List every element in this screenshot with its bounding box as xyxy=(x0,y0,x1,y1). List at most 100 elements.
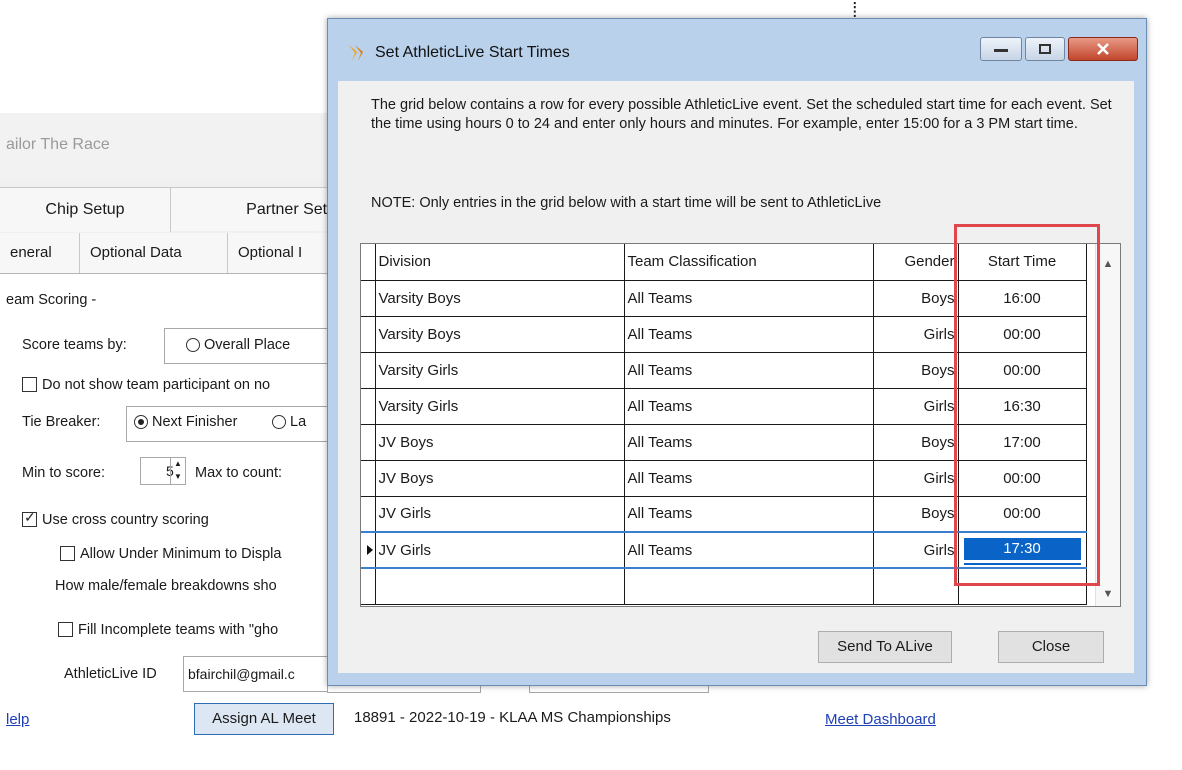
cell-start-time-empty[interactable] xyxy=(957,567,1087,605)
row-selector[interactable] xyxy=(361,279,376,317)
row-selector[interactable] xyxy=(361,351,376,389)
table-row[interactable]: Varsity Boys All Teams Boys 16:00 xyxy=(361,279,1087,317)
allow-under-minimum-checkbox[interactable]: Allow Under Minimum to Displa xyxy=(60,546,281,562)
start-times-table: Division Team Classification Gender Star… xyxy=(361,244,1087,605)
table-row-current[interactable]: JV Girls All Teams Girls 17:30 xyxy=(361,531,1087,569)
cell-division[interactable]: JV Boys xyxy=(374,459,625,497)
help-link[interactable]: lelp xyxy=(6,711,29,728)
overall-place-label: Overall Place xyxy=(204,337,291,353)
row-selector[interactable] xyxy=(361,315,376,353)
column-header-start-time[interactable]: Start Time xyxy=(957,244,1087,281)
tab-partner-setup[interactable]: Partner Setu xyxy=(171,187,341,231)
spin-down-icon[interactable]: ▼ xyxy=(171,471,185,484)
fill-incomplete-checkbox[interactable]: Fill Incomplete teams with "gho xyxy=(58,622,278,638)
cell-gender[interactable]: Boys xyxy=(872,279,959,317)
dialog-titlebar[interactable]: Set AthleticLive Start Times xyxy=(328,19,1146,71)
cell-division[interactable]: Varsity Boys xyxy=(374,279,625,317)
table-row[interactable]: JV Girls All Teams Boys 00:00 xyxy=(361,495,1087,533)
cell-start-time[interactable]: 00:00 xyxy=(957,495,1087,533)
tab-optional-other[interactable]: Optional I xyxy=(228,233,340,273)
dialog-title: Set AthleticLive Start Times xyxy=(375,44,570,61)
dialog-body: The grid below contains a row for every … xyxy=(338,81,1134,673)
meet-info: 18891 - 2022-10-19 - KLAA MS Championshi… xyxy=(354,709,671,726)
breakdowns-label: How male/female breakdowns sho xyxy=(55,578,277,594)
table-row[interactable]: Varsity Boys All Teams Girls 00:00 xyxy=(361,315,1087,353)
assign-al-meet-button[interactable]: Assign AL Meet xyxy=(194,703,334,735)
spinner-arrows[interactable]: ▲ ▼ xyxy=(170,458,185,484)
cell-gender[interactable]: Girls xyxy=(872,531,959,569)
scroll-up-icon[interactable]: ▲ xyxy=(1096,258,1120,270)
cell-classification[interactable]: All Teams xyxy=(623,387,874,425)
cell-gender[interactable]: Boys xyxy=(872,351,959,389)
do-not-show-checkbox[interactable]: Do not show team participant on no xyxy=(22,377,270,393)
table-row[interactable]: JV Boys All Teams Boys 17:00 xyxy=(361,423,1087,461)
table-row-new[interactable] xyxy=(361,567,1087,605)
use-cross-country-checkbox[interactable]: Use cross country scoring xyxy=(22,509,209,528)
scroll-down-icon[interactable]: ▼ xyxy=(1096,588,1120,600)
cell-classification[interactable]: All Teams xyxy=(623,351,874,389)
cell-classification[interactable]: All Teams xyxy=(623,459,874,497)
cell-gender[interactable]: Girls xyxy=(872,387,959,425)
min-to-score-spinner[interactable]: 5 ▲ ▼ xyxy=(140,457,186,485)
row-selector[interactable] xyxy=(361,387,376,425)
next-finisher-radio[interactable]: Next Finisher xyxy=(134,414,237,430)
allow-under-minimum-label: Allow Under Minimum to Displa xyxy=(80,546,282,562)
instructions-text: The grid below contains a row for every … xyxy=(371,97,1112,132)
tab-chip-setup[interactable]: Chip Setup xyxy=(0,187,171,232)
minimize-button[interactable] xyxy=(980,37,1022,61)
row-selector[interactable] xyxy=(361,567,376,605)
cell-gender-empty[interactable] xyxy=(872,567,959,605)
tab-optional-data[interactable]: Optional Data xyxy=(80,233,228,273)
start-times-dialog: Set AthleticLive Start Times The grid be… xyxy=(327,18,1147,686)
tab-general[interactable]: eneral xyxy=(0,233,80,273)
athleticlive-id-input[interactable]: bfairchil@gmail.c xyxy=(183,656,329,692)
spin-up-icon[interactable]: ▲ xyxy=(171,458,185,471)
cell-start-time[interactable]: 16:00 xyxy=(957,279,1087,317)
cell-classification-empty[interactable] xyxy=(623,567,874,605)
row-selector[interactable] xyxy=(361,495,376,533)
column-header-gender[interactable]: Gender xyxy=(872,244,959,281)
athleticlive-id-label: AthleticLive ID xyxy=(64,666,157,682)
tie-breaker-other-radio[interactable]: La xyxy=(272,414,306,430)
overall-place-radio[interactable]: Overall Place xyxy=(186,337,290,353)
table-row[interactable]: JV Boys All Teams Girls 00:00 xyxy=(361,459,1087,497)
meet-dashboard-link[interactable]: Meet Dashboard xyxy=(825,711,936,728)
close-window-button[interactable] xyxy=(1068,37,1138,61)
send-to-alive-button[interactable]: Send To ALive xyxy=(818,631,952,663)
cell-classification[interactable]: All Teams xyxy=(623,531,874,569)
table-row[interactable]: Varsity Girls All Teams Boys 00:00 xyxy=(361,351,1087,389)
cell-classification[interactable]: All Teams xyxy=(623,423,874,461)
row-selector[interactable] xyxy=(361,459,376,497)
cell-classification[interactable]: All Teams xyxy=(623,315,874,353)
fill-incomplete-label: Fill Incomplete teams with "gho xyxy=(78,622,279,638)
cell-classification[interactable]: All Teams xyxy=(623,495,874,533)
cell-division[interactable]: Varsity Girls xyxy=(374,387,625,425)
column-header-classification[interactable]: Team Classification xyxy=(623,244,874,281)
row-selector-current[interactable] xyxy=(361,531,376,569)
cell-start-time[interactable]: 00:00 xyxy=(957,351,1087,389)
cell-start-time-selected[interactable]: 17:30 xyxy=(957,531,1087,569)
cell-start-time[interactable]: 16:30 xyxy=(957,387,1087,425)
cell-start-time[interactable]: 00:00 xyxy=(957,315,1087,353)
cell-division[interactable]: JV Boys xyxy=(374,423,625,461)
grid-vertical-scrollbar[interactable]: ▲ ▼ xyxy=(1095,244,1120,606)
cell-gender[interactable]: Boys xyxy=(872,423,959,461)
cell-gender[interactable]: Girls xyxy=(872,459,959,497)
close-button[interactable]: Close xyxy=(998,631,1104,663)
cell-classification[interactable]: All Teams xyxy=(623,279,874,317)
cell-start-time[interactable]: 00:00 xyxy=(957,459,1087,497)
cell-division[interactable]: Varsity Boys xyxy=(374,315,625,353)
cell-division[interactable]: Varsity Girls xyxy=(374,351,625,389)
cell-start-time[interactable]: 17:00 xyxy=(957,423,1087,461)
cell-gender[interactable]: Girls xyxy=(872,315,959,353)
row-selector[interactable] xyxy=(361,423,376,461)
maximize-button[interactable] xyxy=(1025,37,1065,61)
start-times-grid[interactable]: Division Team Classification Gender Star… xyxy=(360,243,1121,607)
cell-division[interactable]: JV Girls xyxy=(374,531,625,569)
cell-division[interactable]: JV Girls xyxy=(374,495,625,533)
start-time-editor[interactable]: 17:30 xyxy=(963,537,1081,563)
column-header-division[interactable]: Division xyxy=(374,244,625,281)
cell-gender[interactable]: Boys xyxy=(872,495,959,533)
table-row[interactable]: Varsity Girls All Teams Girls 16:30 xyxy=(361,387,1087,425)
cell-division-empty[interactable] xyxy=(374,567,625,605)
